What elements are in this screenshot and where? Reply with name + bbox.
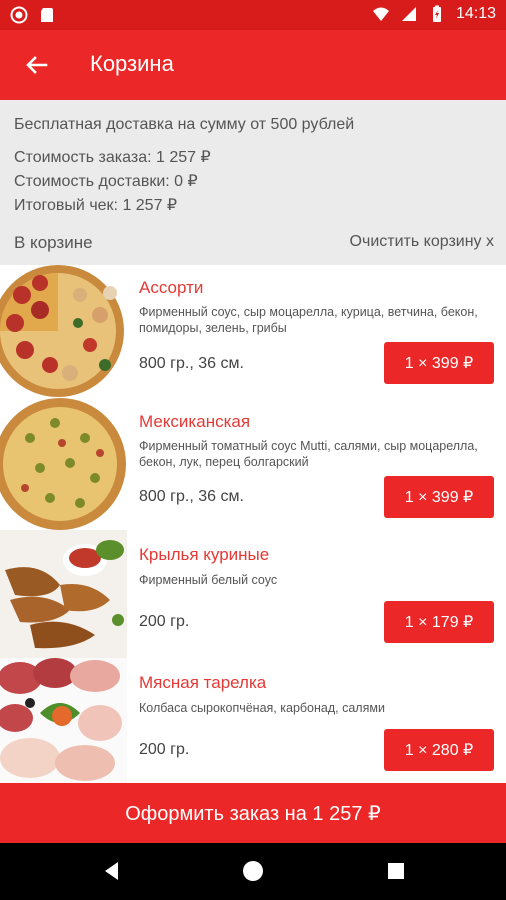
status-left-icons [10,6,56,24]
item-description: Фирменный соус, сыр моцарелла, курица, в… [139,305,478,335]
total-check: Итоговый чек: 1 257 ₽ [14,197,178,214]
back-arrow-icon[interactable] [22,52,50,80]
record-icon [10,6,28,24]
battery-icon [432,5,441,22]
item-description: Фирменный томатный соус Mutti, салями, с… [139,439,478,469]
delivery-cost: Стоимость доставки: 0 ₽ [14,173,198,190]
status-time: 14:13 [455,5,496,22]
back-triangle-icon[interactable] [100,859,124,883]
item-weight-size: 800 гр., 36 см. [139,488,244,505]
meat-plate-image [0,658,127,783]
home-circle-icon[interactable] [241,859,265,883]
item-description: Колбаса сырокопчёная, карбонад, салями [139,701,385,715]
app-bar: Корзина [0,30,506,100]
item-description: Фирменный белый соус [139,573,278,587]
checkout-button[interactable]: Оформить заказ на 1 257 ₽ [0,783,506,843]
item-price-button[interactable]: 1 × 399 ₽ [384,476,494,518]
item-price-button[interactable]: 1 × 280 ₽ [384,729,494,771]
status-right: 14:13 [372,5,496,23]
item-name: Мексиканская [139,412,251,431]
item-weight: 200 гр. [139,741,190,758]
chicken-wings-image [0,530,127,658]
in-cart-label: В корзине [14,233,93,252]
item-price-button[interactable]: 1 × 179 ₽ [384,601,494,643]
signal-icon [401,7,416,21]
pizza-assorti-image [0,265,127,398]
wifi-icon [372,7,389,21]
clear-cart-button[interactable]: Очистить корзину х [350,233,494,251]
sd-card-icon [41,8,53,22]
cart-item[interactable]: Мексиканская Фирменный томатный соус Mut… [0,398,506,531]
item-price-button[interactable]: 1 × 399 ₽ [384,342,494,384]
item-weight-size: 800 гр., 36 см. [139,355,244,372]
cart-item[interactable]: Мясная тарелка Колбаса сырокопчёная, кар… [0,658,506,784]
item-name: Крылья куриные [139,545,270,564]
page-title: Корзина [90,51,174,76]
system-nav-bar [0,843,506,900]
pizza-mexican-image [0,398,127,530]
cart-item[interactable]: Ассорти Фирменный соус, сыр моцарелла, к… [0,265,506,399]
item-name: Ассорти [139,278,204,297]
order-cost: Стоимость заказа: 1 257 ₽ [14,149,211,166]
delivery-note: Бесплатная доставка на сумму от 500 рубл… [14,116,355,133]
item-weight: 200 гр. [139,613,190,630]
status-bar: 14:13 [0,0,506,30]
order-summary: Бесплатная доставка на сумму от 500 рубл… [0,100,506,265]
recents-square-icon[interactable] [384,859,408,883]
cart-item[interactable]: Крылья куриные Фирменный белый соус 200 … [0,530,506,659]
item-name: Мясная тарелка [139,673,267,692]
